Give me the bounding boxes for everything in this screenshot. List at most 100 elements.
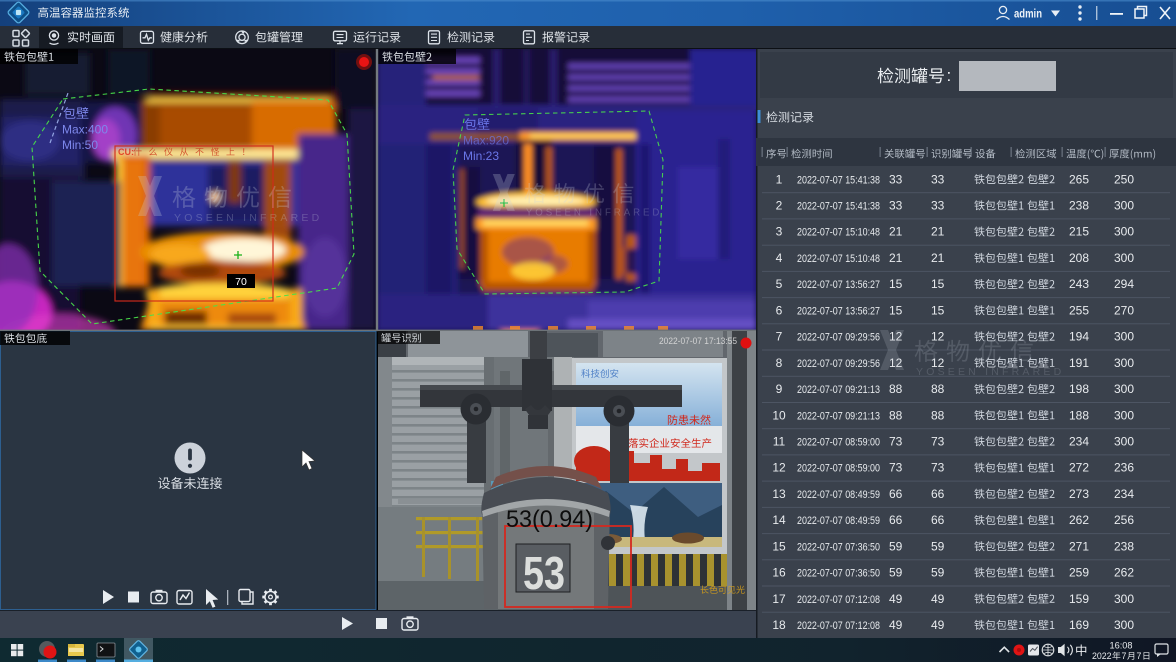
svg-text:Max:400: Max:400 [62, 123, 108, 137]
svg-text:66: 66 [889, 513, 903, 527]
svg-text:272: 272 [1069, 461, 1089, 475]
svg-text:294: 294 [1114, 277, 1134, 291]
svg-text:300: 300 [1114, 382, 1134, 396]
svg-text:7: 7 [1137, 651, 1142, 661]
svg-text:234: 234 [1069, 435, 1089, 449]
svg-text:2022-07-07 08:59:00: 2022-07-07 08:59:00 [797, 463, 880, 475]
svg-text:300: 300 [1114, 618, 1134, 632]
svg-text:208: 208 [1069, 251, 1089, 265]
svg-text:59: 59 [889, 566, 903, 580]
svg-text:73: 73 [931, 461, 945, 475]
svg-text:53: 53 [523, 547, 565, 599]
svg-text:2022-07-07 08:49:59: 2022-07-07 08:49:59 [797, 489, 880, 501]
svg-text:59: 59 [931, 566, 945, 580]
svg-text:300: 300 [1114, 251, 1134, 265]
svg-text:15: 15 [772, 539, 786, 553]
svg-text:236: 236 [1114, 461, 1134, 475]
svg-text:6: 6 [776, 303, 783, 317]
svg-text:Min:23: Min:23 [463, 149, 499, 163]
svg-text:33: 33 [931, 199, 945, 213]
svg-text:300: 300 [1114, 330, 1134, 344]
svg-text:21: 21 [889, 225, 903, 239]
svg-text:2022-07-07 09:21:13: 2022-07-07 09:21:13 [797, 410, 880, 422]
svg-text:300: 300 [1114, 199, 1134, 213]
svg-text:2022-07-07 07:12:08: 2022-07-07 07:12:08 [797, 594, 880, 606]
svg-text:238: 238 [1114, 539, 1134, 553]
svg-text:8: 8 [776, 356, 783, 370]
svg-text:259: 259 [1069, 566, 1089, 580]
svg-text:2022-07-07 15:10:48: 2022-07-07 15:10:48 [797, 227, 880, 239]
svg-text:33: 33 [889, 199, 903, 213]
svg-text:2022-07-07 08:49:59: 2022-07-07 08:49:59 [797, 515, 880, 527]
svg-text:33: 33 [931, 172, 945, 186]
svg-text:2022-07-07 13:56:27: 2022-07-07 13:56:27 [797, 305, 880, 317]
svg-text:300: 300 [1114, 592, 1134, 606]
svg-text:250: 250 [1114, 172, 1134, 186]
svg-text:YOSEEN INFRARED: YOSEEN INFRARED [916, 366, 1064, 378]
svg-text:215: 215 [1069, 225, 1089, 239]
svg-text:73: 73 [931, 435, 945, 449]
svg-text:2022-07-07 09:29:56: 2022-07-07 09:29:56 [797, 358, 880, 370]
svg-text:300: 300 [1114, 225, 1134, 239]
svg-text:16:08: 16:08 [1110, 641, 1133, 651]
svg-text:49: 49 [931, 618, 945, 632]
svg-text:2022-07-07 15:10:48: 2022-07-07 15:10:48 [797, 253, 880, 265]
svg-text:88: 88 [931, 408, 945, 422]
svg-text:2: 2 [776, 199, 783, 213]
svg-text:2022-07-07 07:36:50: 2022-07-07 07:36:50 [797, 568, 880, 580]
svg-text:33: 33 [889, 172, 903, 186]
svg-text:300: 300 [1114, 356, 1134, 370]
svg-text:7: 7 [1122, 651, 1127, 661]
svg-text:59: 59 [889, 539, 903, 553]
svg-text::: : [947, 66, 952, 85]
svg-text:Max:920: Max:920 [463, 134, 509, 148]
svg-text:234: 234 [1114, 487, 1134, 501]
svg-text:11: 11 [773, 435, 786, 449]
svg-text:73: 73 [889, 461, 903, 475]
svg-text:17: 17 [772, 592, 786, 606]
svg-text:1: 1 [776, 172, 783, 186]
svg-text:66: 66 [931, 513, 945, 527]
svg-text:Min:50: Min:50 [62, 138, 98, 152]
svg-text:2022: 2022 [1092, 651, 1112, 661]
svg-text:5: 5 [776, 277, 783, 291]
svg-text:3: 3 [776, 225, 783, 239]
svg-text:4: 4 [776, 251, 783, 265]
svg-text:2022-07-07 07:12:08: 2022-07-07 07:12:08 [797, 620, 880, 632]
svg-text:262: 262 [1069, 513, 1089, 527]
svg-text:256: 256 [1114, 513, 1134, 527]
svg-text:265: 265 [1069, 172, 1089, 186]
svg-text:2022-07-07 08:59:00: 2022-07-07 08:59:00 [797, 437, 880, 449]
svg-text:53(0.94): 53(0.94) [506, 506, 593, 533]
svg-text:73: 73 [889, 435, 903, 449]
svg-text:49: 49 [889, 592, 903, 606]
svg-text:YOSEEN INFRARED: YOSEEN INFRARED [526, 207, 662, 218]
svg-text:14: 14 [772, 513, 786, 527]
svg-text:188: 188 [1069, 408, 1089, 422]
svg-text:66: 66 [931, 487, 945, 501]
svg-text:2022-07-07 17:13:55: 2022-07-07 17:13:55 [659, 336, 737, 346]
svg-text:262: 262 [1114, 566, 1134, 580]
svg-text:2022-07-07 07:36:50: 2022-07-07 07:36:50 [797, 541, 880, 553]
svg-text:88: 88 [889, 408, 903, 422]
svg-text:7: 7 [776, 330, 783, 344]
svg-text:YOSEEN INFRARED: YOSEEN INFRARED [174, 212, 322, 224]
svg-text:18: 18 [772, 618, 786, 632]
svg-text:238: 238 [1069, 199, 1089, 213]
svg-text:255: 255 [1069, 303, 1089, 317]
svg-text:21: 21 [931, 251, 945, 265]
svg-text:admin: admin [1014, 6, 1042, 20]
svg-text:159: 159 [1069, 592, 1089, 606]
svg-text:198: 198 [1069, 382, 1089, 396]
svg-text:12: 12 [772, 461, 786, 475]
svg-text:9: 9 [776, 382, 783, 396]
svg-text:88: 88 [931, 382, 945, 396]
svg-text:21: 21 [889, 251, 903, 265]
svg-text:2022-07-07 09:21:13: 2022-07-07 09:21:13 [797, 384, 880, 396]
svg-text:271: 271 [1069, 539, 1089, 553]
svg-text:10: 10 [772, 408, 786, 422]
svg-text:15: 15 [889, 277, 903, 291]
svg-text:273: 273 [1069, 487, 1089, 501]
svg-text:21: 21 [931, 225, 945, 239]
svg-text:13: 13 [772, 487, 786, 501]
